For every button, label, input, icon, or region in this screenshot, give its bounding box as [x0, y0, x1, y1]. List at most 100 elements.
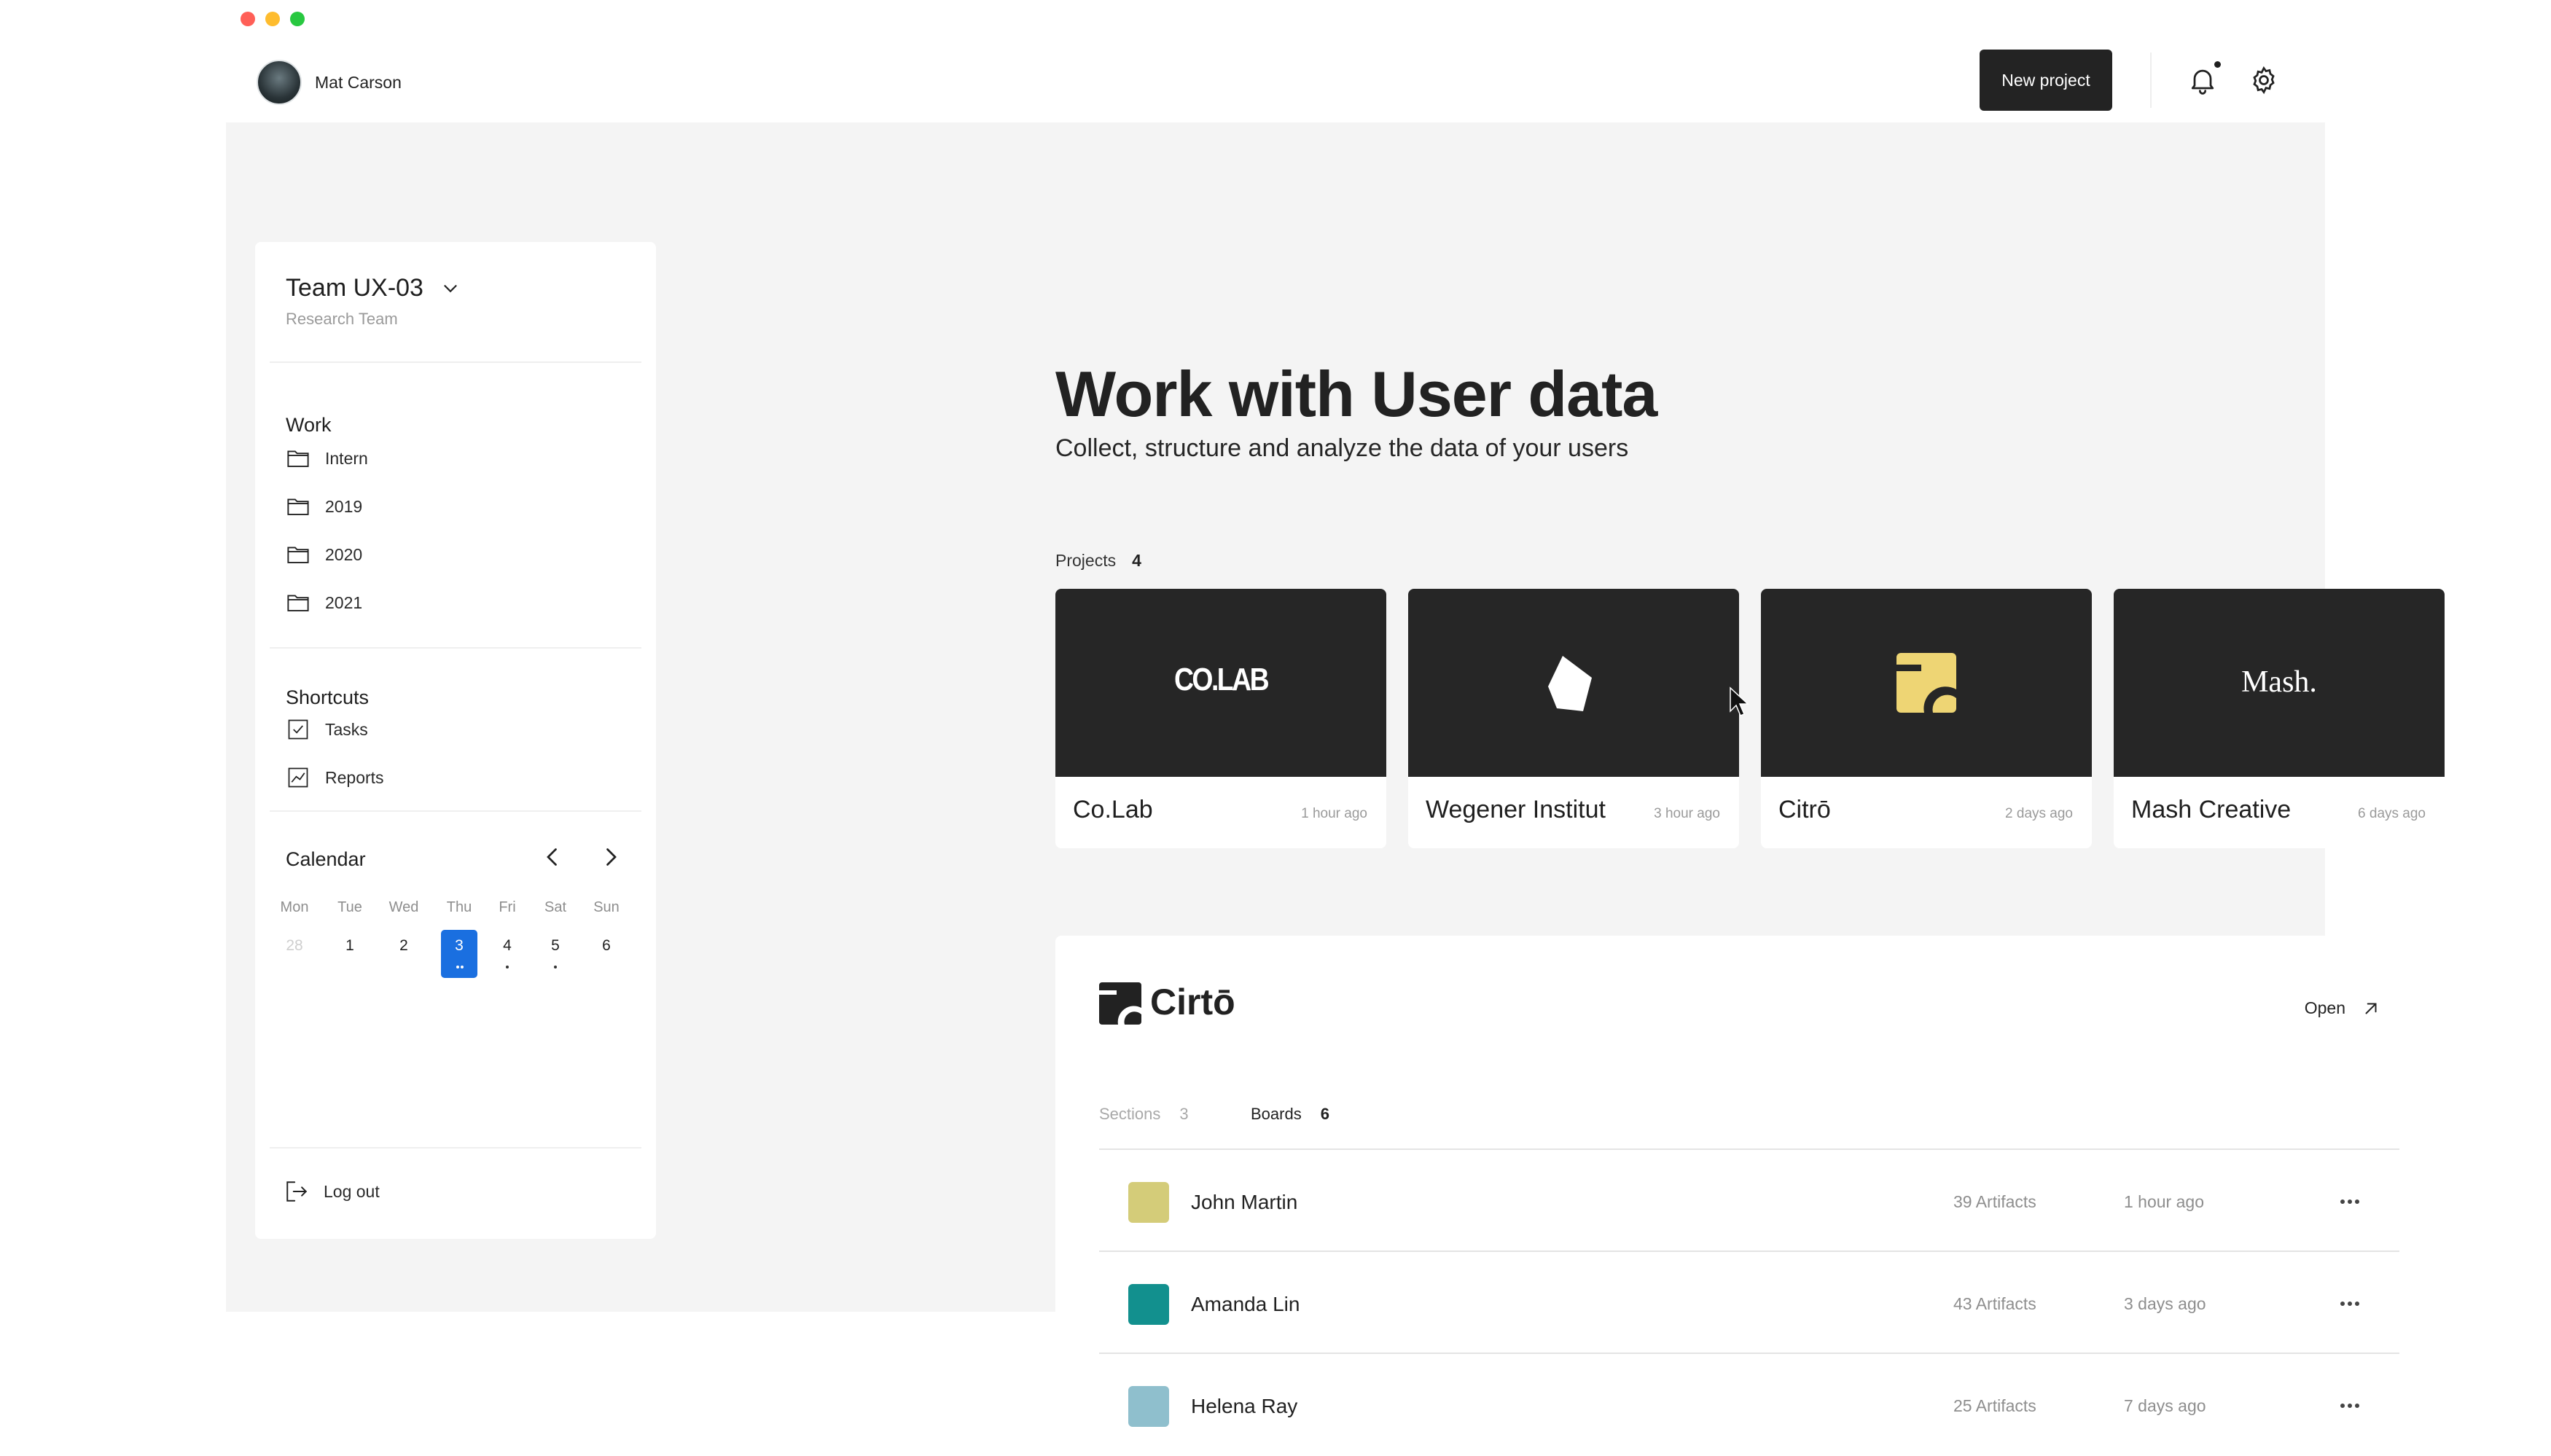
new-project-button[interactable]: New project [1980, 50, 2112, 111]
chevron-left-icon[interactable] [539, 844, 566, 870]
table-row[interactable]: Helena Ray 25 Artifacts 7 days ago [1099, 1354, 2399, 1456]
sidebar-divider [270, 1147, 641, 1148]
gear-icon[interactable] [2248, 64, 2280, 96]
project-thumbnail [1761, 589, 2092, 777]
project-name: Co.Lab [1073, 796, 1153, 823]
chart-icon [288, 767, 308, 788]
mash-logo: Mash. [2241, 665, 2317, 699]
chevron-right-icon[interactable] [598, 844, 624, 870]
projects-label: Projects [1055, 551, 1117, 570]
calendar-weekday: Sun [593, 899, 620, 915]
checkbox-icon [288, 719, 308, 740]
sidebar-item-intern[interactable]: Intern [286, 447, 368, 469]
project-detail-panel: Cirtō Open Sections 3 Boards 6 John Martin… [1055, 936, 2445, 1446]
calendar-weekday: Thu [446, 899, 472, 915]
sidebar: Team UX-03 Research Team Work Intern 201… [255, 242, 656, 1239]
sidebar-item-2019[interactable]: 2019 [286, 496, 362, 517]
mouse-cursor-icon [1730, 686, 1749, 716]
project-card-wegener[interactable]: Wegener Institut 3 hour ago [1408, 589, 1739, 848]
colab-logo: CO.LAB [1173, 662, 1270, 697]
bell-icon[interactable] [2187, 64, 2219, 96]
calendar-day[interactable]: 4 [489, 930, 526, 978]
board-artifacts: 25 Artifacts [1953, 1396, 2036, 1415]
project-time: 6 days ago [2358, 806, 2426, 821]
maximize-window-button[interactable] [290, 12, 305, 26]
board-name: John Martin [1191, 1191, 1298, 1213]
wegener-logo-icon [1548, 656, 1592, 711]
tab-label: Sections [1099, 1105, 1161, 1123]
more-options-icon[interactable] [2335, 1191, 2364, 1213]
sidebar-item-label: Tasks [325, 719, 368, 739]
tab-sections[interactable]: Sections 3 [1099, 1105, 1189, 1124]
page-title: Work with User data [1055, 358, 1657, 430]
team-subtitle: Research Team [286, 310, 398, 328]
folder-icon [287, 595, 309, 611]
sidebar-item-tasks[interactable]: Tasks [286, 719, 368, 740]
folder-icon [287, 450, 309, 467]
tab-boards[interactable]: Boards 6 [1251, 1105, 1329, 1124]
sidebar-divider [270, 810, 641, 812]
project-card-colab[interactable]: CO.LAB Co.Lab 1 hour ago [1055, 589, 1386, 848]
calendar-day[interactable]: 6 [588, 930, 625, 978]
board-color-swatch [1128, 1284, 1169, 1325]
sidebar-item-label: 2020 [325, 544, 363, 564]
calendar-day[interactable]: 5 [537, 930, 574, 978]
team-switcher[interactable]: Team UX-03 Research Team [286, 274, 461, 329]
board-artifacts: 39 Artifacts [1953, 1192, 2036, 1211]
project-card-mash[interactable]: Mash. Mash Creative 6 days ago [2114, 589, 2445, 848]
sidebar-item-reports[interactable]: Reports [286, 767, 384, 788]
page-subtitle: Collect, structure and analyze the data … [1055, 434, 1629, 462]
sidebar-divider [270, 647, 641, 649]
folder-icon [287, 547, 309, 563]
calendar-weekday: Sat [544, 899, 567, 915]
avatar[interactable] [257, 60, 302, 105]
board-time: 1 hour ago [2124, 1192, 2204, 1211]
chevron-down-icon[interactable] [440, 278, 461, 300]
arrow-up-right-icon [2365, 1003, 2377, 1014]
sidebar-item-label: 2019 [325, 496, 363, 516]
calendar-day[interactable]: 1 [332, 930, 368, 978]
board-name: Helena Ray [1191, 1395, 1298, 1417]
project-thumbnail: Mash. [2114, 589, 2445, 777]
calendar-weekday: Fri [499, 899, 516, 915]
work-section-title: Work [286, 414, 332, 436]
user-name: Mat Carson [315, 72, 402, 92]
calendar-day-selected[interactable]: 3 [441, 930, 477, 978]
sidebar-item-2021[interactable]: 2021 [286, 592, 362, 614]
table-row[interactable]: Amanda Lin 43 Artifacts 3 days ago [1099, 1252, 2399, 1354]
user-profile[interactable]: Mat Carson [257, 60, 402, 105]
calendar-weekday: Wed [388, 899, 419, 915]
citro-logo-icon [1896, 653, 1956, 713]
sidebar-item-2020[interactable]: 2020 [286, 544, 362, 565]
calendar-event-dot [506, 966, 509, 968]
tab-count: 3 [1179, 1105, 1189, 1123]
calendar-title: Calendar [286, 848, 366, 870]
minimize-window-button[interactable] [265, 12, 280, 26]
project-thumbnail: CO.LAB [1055, 589, 1386, 777]
projects-count: 4 [1132, 551, 1141, 570]
more-options-icon[interactable] [2335, 1395, 2364, 1417]
notification-dot [2214, 61, 2221, 68]
board-color-swatch [1128, 1386, 1169, 1427]
board-time: 3 days ago [2124, 1294, 2206, 1313]
board-name: Amanda Lin [1191, 1293, 1300, 1315]
calendar-event-dot [461, 966, 464, 968]
sidebar-item-label: Reports [325, 767, 384, 787]
top-bar: Mat Carson New project [226, 44, 2325, 122]
team-name: Team UX-03 [286, 274, 423, 302]
logout-button[interactable]: Log out [284, 1179, 380, 1204]
project-card-citro[interactable]: Citrō 2 days ago [1761, 589, 2092, 848]
tab-count: 6 [1320, 1105, 1329, 1123]
project-name: Wegener Institut [1426, 796, 1606, 823]
open-project-link[interactable]: Open [2305, 998, 2380, 1018]
board-color-swatch [1128, 1182, 1169, 1223]
calendar-day[interactable]: 28 [276, 930, 313, 978]
close-window-button[interactable] [241, 12, 255, 26]
logout-icon [286, 1181, 308, 1202]
calendar-day[interactable]: 2 [386, 930, 422, 978]
calendar-event-dot [554, 966, 557, 968]
table-row[interactable]: John Martin 39 Artifacts 1 hour ago [1099, 1150, 2399, 1252]
shortcuts-section-title: Shortcuts [286, 686, 370, 708]
projects-header: Projects 4 [1055, 551, 1141, 571]
topbar-divider [2150, 52, 2152, 108]
